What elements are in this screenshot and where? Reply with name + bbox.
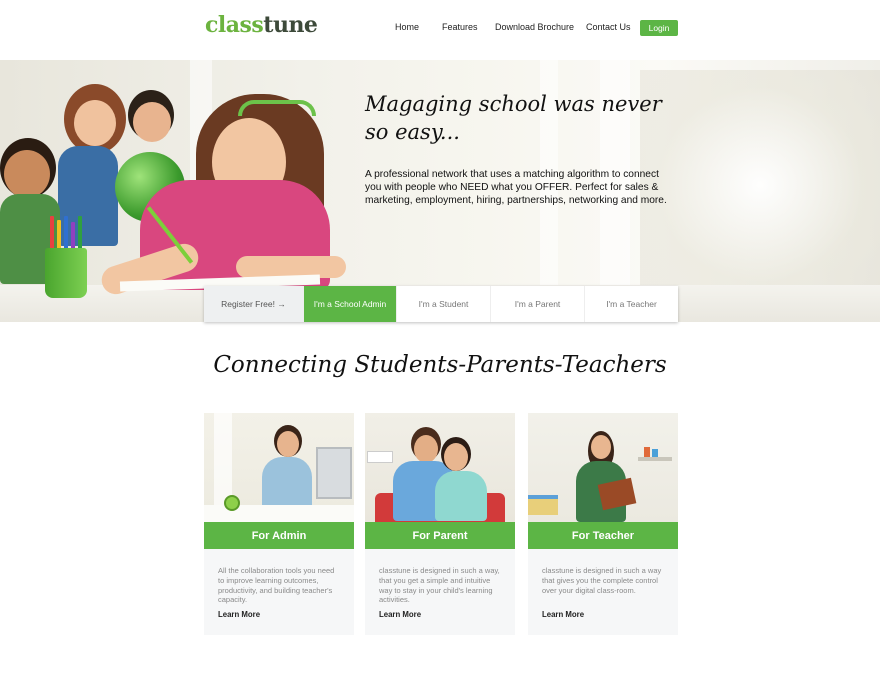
register-free-button[interactable]: Register Free! → <box>204 286 303 322</box>
girl-back-face <box>74 100 116 146</box>
tab-student[interactable]: I'm a Student <box>396 286 490 322</box>
nav-features[interactable]: Features <box>442 22 478 32</box>
admin-learn-more-link[interactable]: Learn More <box>218 610 260 619</box>
card-parent: For Parent classtune is designed in such… <box>365 413 515 635</box>
section-title: Connecting Students-Parents-Teachers <box>213 352 667 378</box>
folder <box>597 477 637 511</box>
nav-home[interactable]: Home <box>395 22 419 32</box>
classtune-logo[interactable]: classtune <box>205 12 318 38</box>
shelf-book <box>644 447 650 457</box>
logo-tune-text: tune <box>263 12 318 38</box>
admin-face <box>277 431 299 457</box>
wall-frame <box>367 451 393 463</box>
computer-monitor <box>316 447 352 499</box>
tab-school-admin[interactable]: I'm a School Admin <box>303 286 396 322</box>
role-tabs: Register Free! → I'm a School Admin I'm … <box>204 286 678 322</box>
hero-title: Magaging school was never so easy... <box>365 92 662 144</box>
left-boy-face <box>4 150 50 198</box>
mother-face <box>444 443 468 471</box>
boy-face <box>133 102 171 142</box>
mother-body <box>435 471 487 521</box>
pencil <box>50 216 54 250</box>
pencil <box>78 216 82 250</box>
logo-class-text: class <box>205 12 264 38</box>
for-teacher-button[interactable]: For Teacher <box>528 522 678 549</box>
admin-illustration <box>204 413 354 522</box>
card-admin: For Admin All the collaboration tools yo… <box>204 413 354 635</box>
shelf-book <box>652 449 658 457</box>
pencil-cup <box>45 248 87 298</box>
wall-shelf <box>638 457 672 461</box>
card-teacher: For Teacher classtune is designed in suc… <box>528 413 678 635</box>
alarm-clock-icon <box>224 495 240 511</box>
teacher-description: classtune is designed in such a way that… <box>542 566 662 595</box>
nav-download-brochure[interactable]: Download Brochure <box>495 22 574 32</box>
for-parent-button[interactable]: For Parent <box>365 522 515 549</box>
teacher-face <box>591 435 611 459</box>
tab-parent[interactable]: I'm a Parent <box>490 286 584 322</box>
site-header: classtune Home Features Download Brochur… <box>0 0 880 60</box>
teacher-illustration <box>528 413 678 522</box>
green-headband <box>238 100 316 116</box>
admin-body <box>262 457 312 509</box>
pencil <box>64 216 68 250</box>
parent-illustration <box>365 413 515 522</box>
teacher-learn-more-link[interactable]: Learn More <box>542 610 584 619</box>
book-stack <box>528 495 558 515</box>
father-face <box>414 435 438 463</box>
nav-contact-us[interactable]: Contact Us <box>586 22 631 32</box>
register-free-label: Register Free! <box>221 299 275 309</box>
tab-teacher[interactable]: I'm a Teacher <box>584 286 678 322</box>
login-button[interactable]: Login <box>640 20 678 36</box>
admin-description: All the collaboration tools you need to … <box>218 566 335 605</box>
arrow-right-icon: → <box>277 299 286 309</box>
hero-banner: Magaging school was never so easy... A p… <box>0 60 880 322</box>
parent-description: classtune is designed in such a way, tha… <box>379 566 500 605</box>
for-admin-button[interactable]: For Admin <box>204 522 354 549</box>
hero-description: A professional network that uses a match… <box>365 169 667 206</box>
parent-learn-more-link[interactable]: Learn More <box>379 610 421 619</box>
